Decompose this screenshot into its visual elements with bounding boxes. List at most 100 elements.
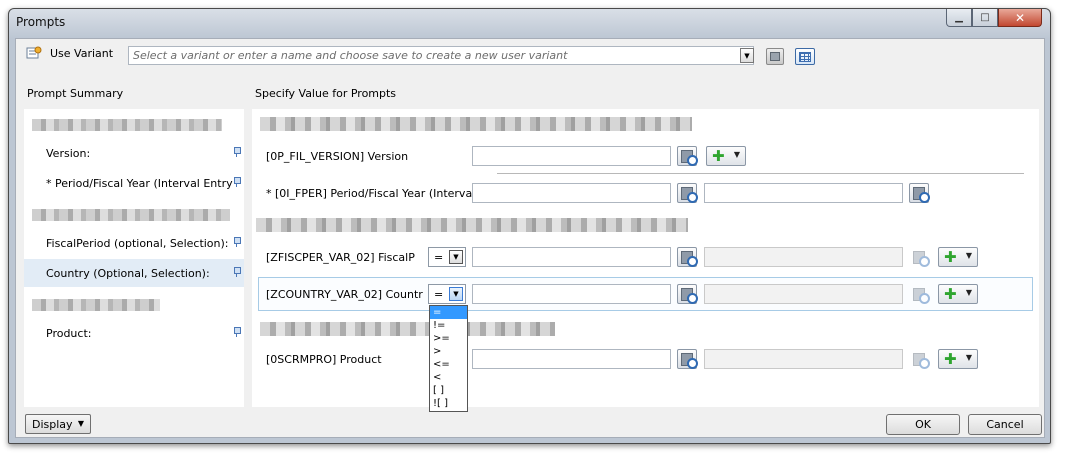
product-to-input xyxy=(704,349,903,369)
pin-icon[interactable] xyxy=(233,147,241,157)
pin-icon[interactable] xyxy=(233,237,241,247)
prompt-values-panel: [0P_FIL_VERSION] Version ✚ ▼ * [0I_FPER] … xyxy=(252,109,1039,407)
pin-icon[interactable] xyxy=(233,267,241,277)
add-country-button[interactable]: ✚ ▼ xyxy=(938,284,978,304)
field-label-period: * [0I_FPER] Period/Fiscal Year (Interval xyxy=(266,187,476,200)
value-help-icon[interactable] xyxy=(677,349,698,369)
field-label-country: [ZCOUNTRY_VAR_02] Countr xyxy=(266,288,423,301)
variant-dropdown-button[interactable]: ▼ xyxy=(740,48,754,63)
operator-dropdown-list: = != >= > <= < [ ] ![ ] xyxy=(429,305,468,412)
dialog-title: Prompts xyxy=(16,15,66,29)
value-help-icon[interactable] xyxy=(677,284,698,304)
add-product-button[interactable]: ✚ ▼ xyxy=(938,349,978,369)
fiscal-period-to-input xyxy=(704,247,903,267)
summary-item-fiscal-period[interactable]: FiscalPeriod (optional, Selection): xyxy=(24,229,244,257)
close-button[interactable]: ✕ xyxy=(998,9,1042,27)
country-to-input xyxy=(704,284,903,304)
chevron-down-icon: ▼ xyxy=(965,353,972,362)
use-variant-label: Use Variant xyxy=(50,47,114,60)
period-to-input[interactable] xyxy=(704,183,903,203)
prompt-summary-panel: Version: * Period/Fiscal Year (Interval … xyxy=(24,109,244,407)
ok-button[interactable]: OK xyxy=(886,414,960,435)
save-variant-button[interactable] xyxy=(766,48,784,65)
operator-option[interactable]: > xyxy=(430,345,467,358)
table-icon xyxy=(799,52,811,62)
summary-item-product[interactable]: Product: xyxy=(24,319,244,347)
plus-icon: ✚ xyxy=(712,147,725,165)
variant-input[interactable]: Select a variant or enter a name and cho… xyxy=(128,46,754,65)
country-operator-select[interactable]: = ▼ xyxy=(428,284,466,304)
redacted-section-title xyxy=(260,322,555,336)
dialog-footer: Display ▼ OK Cancel xyxy=(16,411,1044,439)
pin-icon[interactable] xyxy=(233,327,241,337)
display-button[interactable]: Display ▼ xyxy=(25,414,91,434)
maximize-button[interactable]: □ xyxy=(972,9,998,27)
field-label-fiscal-period: [ZFISCPER_VAR_02] FiscalP xyxy=(266,251,415,264)
display-button-label: Display xyxy=(32,418,73,431)
cancel-button[interactable]: Cancel xyxy=(968,414,1042,435)
chevron-down-icon: ▼ xyxy=(77,419,84,428)
value-help-icon[interactable] xyxy=(909,183,930,203)
save-icon xyxy=(770,52,780,61)
field-label-version: [0P_FIL_VERSION] Version xyxy=(266,150,409,163)
close-icon: ✕ xyxy=(1014,10,1026,25)
operator-option[interactable]: [ ] xyxy=(430,384,467,397)
operator-value: = xyxy=(434,288,444,301)
add-fiscal-period-button[interactable]: ✚ ▼ xyxy=(938,247,978,267)
title-bar[interactable]: Prompts ▁ □ ✕ xyxy=(9,9,1050,37)
minimize-icon: ▁ xyxy=(955,12,963,23)
operator-option[interactable]: <= xyxy=(430,358,467,371)
divider xyxy=(497,173,1024,174)
plus-icon: ✚ xyxy=(944,350,957,368)
chevron-down-icon: ▼ xyxy=(733,150,740,159)
operator-option[interactable]: != xyxy=(430,319,467,332)
variant-icon xyxy=(26,46,42,59)
version-value-input[interactable] xyxy=(472,146,671,166)
fiscal-period-operator-select[interactable]: = ▼ xyxy=(428,247,466,267)
redacted-section-title xyxy=(256,218,688,232)
redacted-section-title xyxy=(32,119,222,131)
summary-item-label: Product: xyxy=(46,327,92,340)
fiscal-period-value-input[interactable] xyxy=(472,247,671,267)
add-version-button[interactable]: ✚ ▼ xyxy=(706,146,746,166)
summary-item-label: Version: xyxy=(46,147,91,160)
chevron-down-icon[interactable]: ▼ xyxy=(449,250,463,264)
field-label-product: [0SCRMPRO] Product xyxy=(266,353,382,366)
period-from-input[interactable] xyxy=(472,183,671,203)
value-help-icon xyxy=(909,247,930,267)
operator-option[interactable]: < xyxy=(430,371,467,384)
table-view-button[interactable] xyxy=(795,48,815,65)
value-help-icon[interactable] xyxy=(677,247,698,267)
dialog-body: Use Variant Select a variant or enter a … xyxy=(15,38,1045,438)
redacted-section-title xyxy=(32,299,160,311)
prompt-summary-header: Prompt Summary xyxy=(27,87,124,100)
operator-value: = xyxy=(434,251,444,264)
maximize-icon: □ xyxy=(980,12,990,23)
variant-toolbar: Use Variant Select a variant or enter a … xyxy=(16,39,1044,69)
summary-item-country[interactable]: Country (Optional, Selection): xyxy=(24,259,244,287)
minimize-button[interactable]: ▁ xyxy=(946,9,972,27)
window-controls: ▁ □ ✕ xyxy=(946,9,1042,27)
summary-item-period[interactable]: * Period/Fiscal Year (Interval Entry xyxy=(24,169,244,197)
pin-icon[interactable] xyxy=(233,177,241,187)
prompts-dialog: Prompts ▁ □ ✕ Use Variant Select a varia… xyxy=(8,8,1051,444)
chevron-down-icon: ▼ xyxy=(744,51,750,60)
value-help-icon[interactable] xyxy=(677,183,698,203)
plus-icon: ✚ xyxy=(944,248,957,266)
operator-option[interactable]: ![ ] xyxy=(430,397,467,410)
summary-item-label: * Period/Fiscal Year (Interval Entry xyxy=(46,177,233,190)
product-value-input[interactable] xyxy=(472,349,671,369)
chevron-down-icon: ▼ xyxy=(965,251,972,260)
plus-icon: ✚ xyxy=(944,285,957,303)
summary-item-version[interactable]: Version: xyxy=(24,139,244,167)
operator-option[interactable]: >= xyxy=(430,332,467,345)
chevron-down-icon[interactable]: ▼ xyxy=(449,287,463,301)
value-help-icon xyxy=(909,284,930,304)
value-help-icon[interactable] xyxy=(677,146,698,166)
operator-option[interactable]: = xyxy=(430,306,467,319)
summary-item-label: FiscalPeriod (optional, Selection): xyxy=(46,237,229,250)
specify-values-header: Specify Value for Prompts xyxy=(255,87,397,100)
redacted-section-title xyxy=(260,117,692,131)
country-value-input[interactable] xyxy=(472,284,671,304)
chevron-down-icon: ▼ xyxy=(965,288,972,297)
